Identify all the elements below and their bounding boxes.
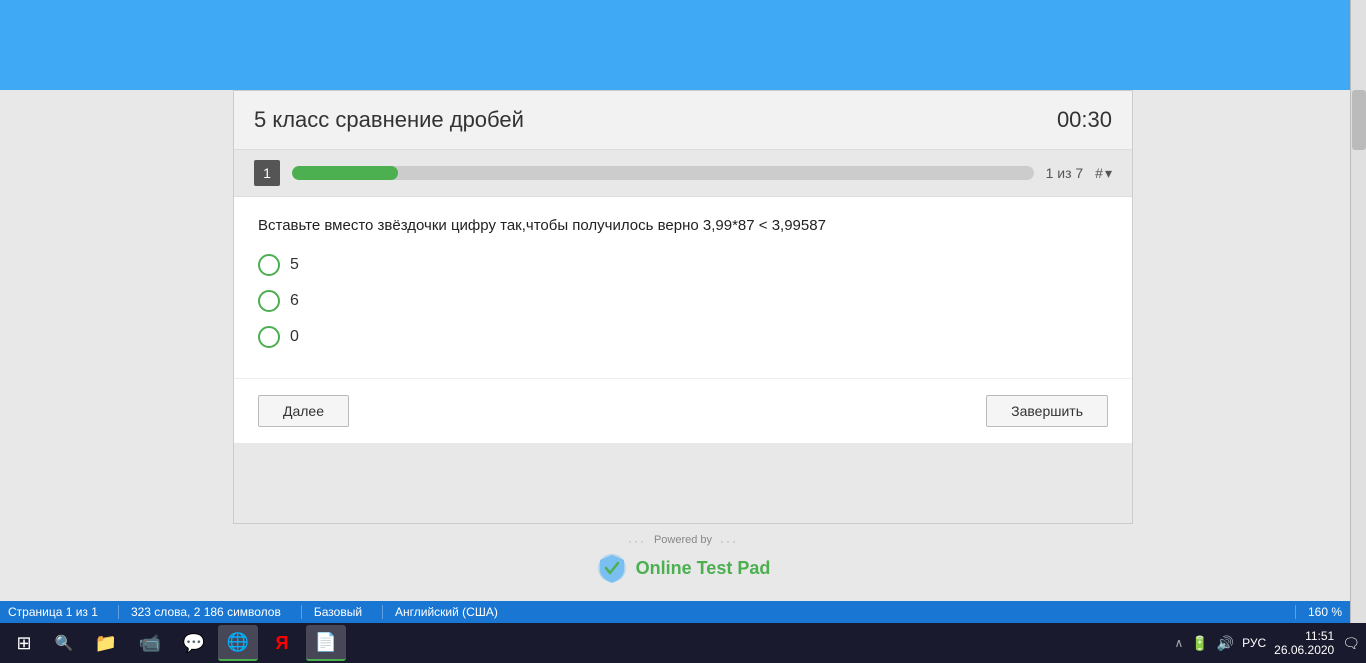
logo-icon: [596, 552, 628, 584]
question-body: Вставьте вместо звёздочки цифру так,чтоб…: [234, 197, 1132, 378]
finish-button[interactable]: Завершить: [986, 395, 1108, 427]
taskbar-left: ⊞ 🔍 📁 📹 💬 🌐 Я 📄: [6, 625, 346, 661]
chrome-button[interactable]: 🌐: [218, 625, 258, 661]
taskbar-time-value: 11:51: [1305, 629, 1334, 643]
top-bar: [0, 0, 1366, 90]
folder-icon: 📁: [95, 633, 117, 654]
footer-dots-row: ··· Powered by ···: [628, 534, 738, 548]
video-icon: 📹: [139, 633, 161, 654]
yandex-browser-button[interactable]: Я: [262, 625, 302, 661]
option-label-3: 0: [290, 328, 299, 346]
search-button[interactable]: 🔍: [46, 625, 82, 661]
progress-bar-container: [292, 166, 1034, 180]
taskbar-language: РУС: [1242, 636, 1266, 650]
hash-label: #: [1095, 165, 1103, 181]
taskbar-right: ∧ 🔋 🔊 РУС 11:51 26.06.2020 🗨: [1174, 629, 1360, 657]
battery-icon: 🔋: [1191, 635, 1208, 652]
extra-grey-area: [234, 443, 1132, 523]
footer-dots-left: ···: [628, 534, 646, 548]
windows-icon: ⊞: [16, 633, 31, 654]
taskbar-clock: 11:51 26.06.2020: [1274, 629, 1334, 657]
progress-bar-fill: [292, 166, 398, 180]
quiz-header: 5 класс сравнение дробей 00:30: [234, 91, 1132, 150]
chevron-down-icon: ▾: [1105, 165, 1112, 182]
footer-brand-text: Online Test Pad: [636, 558, 771, 579]
main-content: 5 класс сравнение дробей 00:30 1 1 из 7 …: [0, 90, 1366, 610]
question-number-badge: 1: [254, 160, 280, 186]
action-row: Далее Завершить: [234, 378, 1132, 443]
footer-dots-right: ···: [720, 534, 738, 548]
docs-button[interactable]: 📄: [306, 625, 346, 661]
taskbar-date-value: 26.06.2020: [1274, 643, 1334, 657]
option-label-2: 6: [290, 292, 299, 310]
viber-icon: 💬: [183, 633, 205, 654]
zoom-button[interactable]: 📹: [130, 625, 170, 661]
docs-icon: 📄: [315, 632, 337, 653]
viber-button[interactable]: 💬: [174, 625, 214, 661]
status-words: 323 слова, 2 186 символов: [118, 605, 281, 619]
option-item-3[interactable]: 0: [258, 326, 1108, 348]
file-explorer-button[interactable]: 📁: [86, 625, 126, 661]
footer: ··· Powered by ··· Online Test Pad: [596, 524, 771, 590]
progress-row: 1 1 из 7 # ▾: [234, 150, 1132, 197]
status-language: Английский (США): [382, 605, 498, 619]
radio-option-2[interactable]: [258, 290, 280, 312]
option-list: 5 6 0: [258, 254, 1108, 348]
scrollbar[interactable]: [1350, 0, 1366, 663]
next-button[interactable]: Далее: [258, 395, 349, 427]
status-pages: Страница 1 из 1: [8, 605, 98, 619]
up-arrow-icon[interactable]: ∧: [1174, 636, 1183, 650]
question-text: Вставьте вместо звёздочки цифру так,чтоб…: [258, 217, 1108, 234]
radio-option-1[interactable]: [258, 254, 280, 276]
start-button[interactable]: ⊞: [6, 625, 42, 661]
quiz-title: 5 класс сравнение дробей: [254, 107, 524, 133]
hash-menu-button[interactable]: # ▾: [1095, 165, 1112, 182]
chrome-icon: 🌐: [227, 632, 249, 653]
volume-icon[interactable]: 🔊: [1217, 635, 1234, 652]
yandex-icon: Я: [276, 633, 289, 654]
quiz-card: 5 класс сравнение дробей 00:30 1 1 из 7 …: [233, 90, 1133, 524]
radio-option-3[interactable]: [258, 326, 280, 348]
powered-by-label: Powered by: [654, 534, 712, 546]
footer-logo-row: Powered by: [654, 534, 712, 548]
progress-label: 1 из 7: [1046, 165, 1084, 181]
option-item-1[interactable]: 5: [258, 254, 1108, 276]
status-bar: Страница 1 из 1 323 слова, 2 186 символо…: [0, 601, 1350, 623]
status-mode: Базовый: [301, 605, 362, 619]
search-icon: 🔍: [55, 634, 74, 652]
scrollbar-thumb[interactable]: [1352, 90, 1366, 150]
footer-brand-row: Online Test Pad: [596, 552, 771, 584]
notifications-icon[interactable]: 🗨: [1342, 635, 1360, 652]
option-item-2[interactable]: 6: [258, 290, 1108, 312]
quiz-timer: 00:30: [1057, 107, 1112, 133]
taskbar: ⊞ 🔍 📁 📹 💬 🌐 Я 📄 ∧ 🔋 🔊: [0, 623, 1366, 663]
option-label-1: 5: [290, 256, 299, 274]
status-zoom: 160 %: [1295, 605, 1342, 619]
